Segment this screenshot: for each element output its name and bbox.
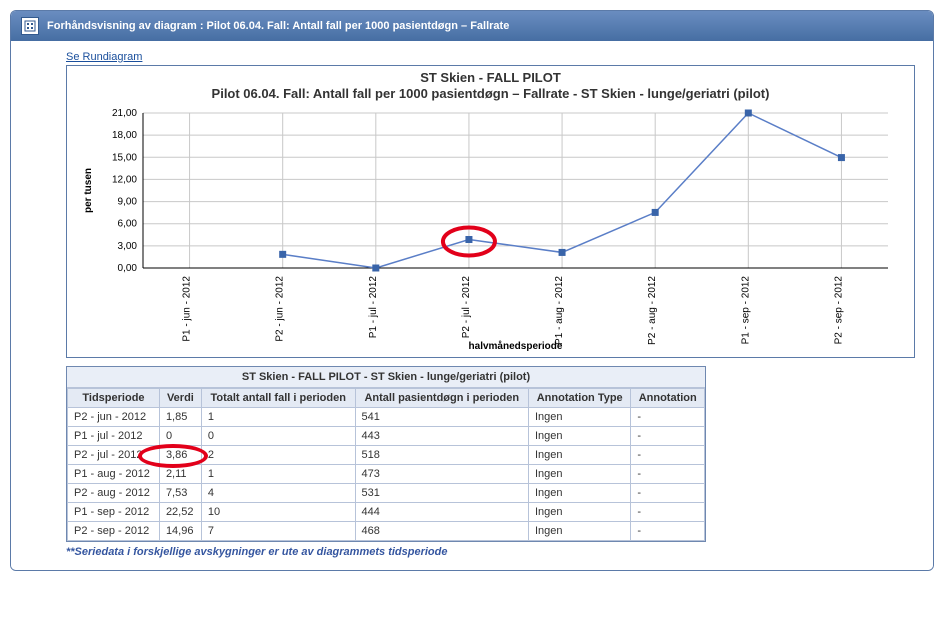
svg-text:P2 - aug - 2012: P2 - aug - 2012 — [647, 275, 658, 344]
svg-text:P2 - sep - 2012: P2 - sep - 2012 — [833, 275, 844, 344]
svg-text:halvmånedsperiode: halvmånedsperiode — [469, 340, 563, 352]
table-cell: 2 — [201, 445, 355, 464]
svg-text:P1 - jun - 2012: P1 - jun - 2012 — [182, 275, 193, 341]
panel: Forhåndsvisning av diagram : Pilot 06.04… — [10, 10, 934, 571]
table-cell: 444 — [355, 502, 528, 521]
table-cell: Ingen — [529, 407, 631, 426]
table-cell: P2 - sep - 2012 — [68, 521, 160, 540]
table-header: Tidsperiode — [68, 388, 160, 407]
svg-text:18,00: 18,00 — [112, 130, 137, 141]
table-cell: 14,96 — [159, 521, 201, 540]
chart-title-line2: Pilot 06.04. Fall: Antall fall per 1000 … — [212, 86, 770, 101]
table-cell: 1,85 — [159, 407, 201, 426]
table-cell: P1 - sep - 2012 — [68, 502, 160, 521]
footnote: **Seriedata i forskjellige avskygninger … — [66, 546, 915, 558]
table-cell: - — [631, 483, 705, 502]
svg-text:P1 - aug - 2012: P1 - aug - 2012 — [554, 275, 565, 344]
table-cell: - — [631, 464, 705, 483]
table-cell: 1 — [201, 464, 355, 483]
table-cell: 0 — [201, 426, 355, 445]
table-cell: 2,11 — [159, 464, 201, 483]
table-row: P2 - sep - 201214,967468Ingen- — [68, 521, 705, 540]
table-cell: P1 - aug - 2012 — [68, 464, 160, 483]
line-chart: 0,00 3,00 6,00 9,00 12,00 15,00 18,00 21,00 P1 -… — [73, 103, 903, 353]
table-cell: 1 — [201, 407, 355, 426]
table-header: Totalt antall fall i perioden — [201, 388, 355, 407]
table-caption: ST Skien - FALL PILOT - ST Skien - lunge… — [67, 367, 705, 388]
table-cell: 4 — [201, 483, 355, 502]
table-cell: 10 — [201, 502, 355, 521]
table-cell: Ingen — [529, 464, 631, 483]
table-cell: 468 — [355, 521, 528, 540]
table-row: P2 - aug - 20127,534531Ingen- — [68, 483, 705, 502]
table-cell: Ingen — [529, 521, 631, 540]
chart-title-line1: ST Skien - FALL PILOT — [420, 70, 561, 85]
table-cell: 0 — [159, 426, 201, 445]
table-cell: P2 - jun - 2012 — [68, 407, 160, 426]
svg-text:P1 - sep - 2012: P1 - sep - 2012 — [740, 275, 751, 344]
svg-text:per tusen: per tusen — [83, 167, 94, 212]
svg-text:21,00: 21,00 — [112, 108, 137, 119]
table-cell: - — [631, 426, 705, 445]
table-row: P1 - aug - 20122,111473Ingen- — [68, 464, 705, 483]
table-cell: 531 — [355, 483, 528, 502]
table-cell: - — [631, 445, 705, 464]
rundiagram-link[interactable]: Se Rundiagram — [66, 51, 142, 63]
svg-text:P1 - jul - 2012: P1 - jul - 2012 — [368, 275, 379, 338]
table-cell: 22,52 — [159, 502, 201, 521]
chart-container: ST Skien - FALL PILOT Pilot 06.04. Fall:… — [66, 65, 915, 358]
table-cell: 7,53 — [159, 483, 201, 502]
table-cell: 473 — [355, 464, 528, 483]
svg-text:3,00: 3,00 — [118, 240, 138, 251]
table-row: P2 - jun - 20121,851541Ingen- — [68, 407, 705, 426]
table-cell: 541 — [355, 407, 528, 426]
panel-header: Forhåndsvisning av diagram : Pilot 06.04… — [11, 11, 933, 41]
svg-text:15,00: 15,00 — [112, 152, 137, 163]
chart-title: ST Skien - FALL PILOT Pilot 06.04. Fall:… — [73, 70, 908, 103]
svg-text:P2 - jul - 2012: P2 - jul - 2012 — [461, 275, 472, 338]
table-cell: Ingen — [529, 445, 631, 464]
table-cell: 518 — [355, 445, 528, 464]
table-header: Verdi — [159, 388, 201, 407]
table-cell: 443 — [355, 426, 528, 445]
svg-text:6,00: 6,00 — [118, 218, 138, 229]
svg-text:0,00: 0,00 — [118, 263, 138, 274]
table-cell: Ingen — [529, 426, 631, 445]
table-row: P1 - jul - 201200443Ingen- — [68, 426, 705, 445]
table-cell: - — [631, 407, 705, 426]
table-header: Antall pasientdøgn i perioden — [355, 388, 528, 407]
building-icon — [21, 17, 39, 35]
table-cell: Ingen — [529, 483, 631, 502]
svg-text:P2 - jun - 2012: P2 - jun - 2012 — [275, 275, 286, 341]
svg-text:9,00: 9,00 — [118, 196, 138, 207]
table-header: Annotation — [631, 388, 705, 407]
table-cell: 7 — [201, 521, 355, 540]
panel-title: Forhåndsvisning av diagram : Pilot 06.04… — [47, 20, 509, 32]
table-cell: P1 - jul - 2012 — [68, 426, 160, 445]
table-cell: 3,86 — [159, 445, 201, 464]
table-cell: Ingen — [529, 502, 631, 521]
table-header: Annotation Type — [529, 388, 631, 407]
table-row: P1 - sep - 201222,5210444Ingen- — [68, 502, 705, 521]
table-cell: P2 - jul - 2012 — [68, 445, 160, 464]
table-cell: - — [631, 502, 705, 521]
table-cell: P2 - aug - 2012 — [68, 483, 160, 502]
data-table-container: ST Skien - FALL PILOT - ST Skien - lunge… — [66, 366, 706, 542]
table-row: P2 - jul - 20123,862518Ingen- — [68, 445, 705, 464]
svg-text:12,00: 12,00 — [112, 174, 137, 185]
panel-body: Se Rundiagram ST Skien - FALL PILOT Pilo… — [11, 41, 933, 570]
table-cell: - — [631, 521, 705, 540]
data-table: ST Skien - FALL PILOT - ST Skien - lunge… — [67, 367, 705, 541]
